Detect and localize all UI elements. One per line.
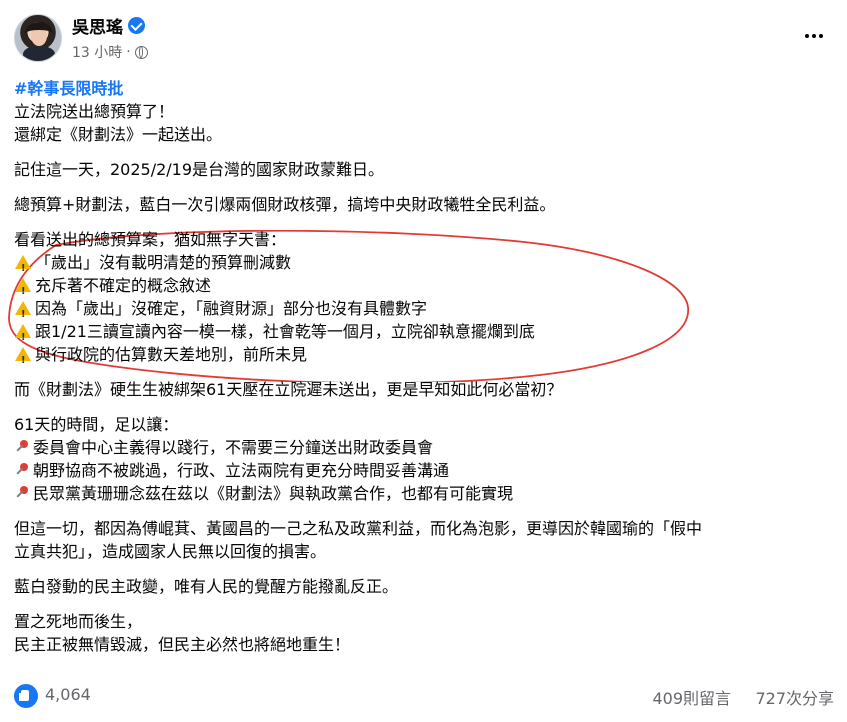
author-line: 吳思瑤: [72, 12, 145, 38]
avatar-body: [23, 46, 55, 61]
post-line: 61天的時間，足以讓：: [14, 415, 179, 434]
post-meta: 13 小時 ·: [72, 42, 148, 62]
post-line: 但這一切，都因為傅崐萁、黃國昌的一己之私及政黨利益，而化為泡影，更導因於韓國瑜的…: [14, 519, 703, 538]
author-name[interactable]: 吳思瑤: [72, 13, 123, 38]
post-time[interactable]: 13 小時: [72, 42, 122, 62]
post-line: 記住這一天，2025/2/19是台灣的國家財政蒙難日。: [14, 160, 385, 179]
post-line: 藍白發動的民主政變，唯有人民的覺醒方能撥亂反正。: [14, 577, 399, 596]
more-dot-icon: [812, 34, 816, 38]
meta-separator: ·: [126, 44, 131, 60]
post-line: 還綁定《財劃法》一起送出。: [14, 125, 223, 144]
warning-icon: [15, 278, 31, 303]
warning-item: 因為「歲出」沒確定，「融資財源」部分也沒有具體數字: [35, 299, 428, 318]
round-pushpin-icon: [14, 485, 29, 501]
like-count[interactable]: 4,064: [45, 685, 91, 704]
warning-item: 與行政院的估算數天差地別，前所未見: [35, 345, 308, 364]
more-dot-icon: [819, 34, 823, 38]
warning-icon: [15, 255, 31, 280]
more-dot-icon: [805, 34, 809, 38]
warning-icon: [15, 324, 31, 349]
warning-item: 充斥著不確定的概念敘述: [35, 276, 212, 295]
post-line: 看看送出的總預算案，猶如無字天書：: [14, 230, 287, 249]
avatar-hair: [25, 22, 53, 46]
post-line: 而《財劃法》硬生生被綁架61天壓在立院遲未送出，更是早知如此何必當初？: [14, 380, 563, 399]
share-count[interactable]: 727次分享: [755, 685, 834, 709]
post-line: 置之死地而後生，: [14, 612, 143, 631]
hashtag-link[interactable]: #幹事長限時批: [14, 79, 123, 98]
warning-icon: [15, 301, 31, 326]
post-line: 立法院送出總預算了！: [14, 102, 175, 121]
round-pushpin-icon: [14, 439, 29, 455]
warning-item: 「歲出」沒有載明清楚的預算刪減數: [35, 253, 292, 272]
author-avatar[interactable]: [14, 14, 62, 62]
globe-icon: [134, 45, 148, 59]
warning-item: 跟1/21三讀宣讀內容一模一樣，社會乾等一個月，立院卻執意擺爛到底: [35, 322, 535, 341]
post-header: 吳思瑤 13 小時 ·: [14, 12, 834, 68]
post-stats-bar: 4,064 409則留言 727次分享: [14, 684, 834, 712]
more-options-button[interactable]: [800, 24, 828, 48]
warning-icon: [15, 347, 31, 372]
post-line: 總預算+財劃法，藍白一次引爆兩個財政核彈，搞垮中央財政犧牲全民利益。: [14, 195, 556, 214]
like-icon[interactable]: [14, 684, 38, 708]
pin-item: 民眾黨黃珊珊念茲在茲以《財劃法》與執政黨合作，也都有可能實現: [33, 484, 514, 503]
pin-item: 委員會中心主義得以踐行，不需要三分鐘送出財政委員會: [33, 438, 434, 457]
comment-count[interactable]: 409則留言: [652, 685, 731, 709]
post-line: 立真共犯」，造成國家人民無以回復的損害。: [14, 542, 327, 561]
post-line: 民主正被無情毀滅，但民主必然也將絕地重生！: [14, 635, 351, 654]
verified-icon: [128, 16, 145, 34]
round-pushpin-icon: [14, 462, 29, 478]
post-content: #幹事長限時批 立法院送出總預算了！ 還綁定《財劃法》一起送出。 記住這一天，2…: [14, 77, 834, 656]
pin-item: 朝野協商不被跳過，行政、立法兩院有更充分時間妥善溝通: [33, 461, 450, 480]
